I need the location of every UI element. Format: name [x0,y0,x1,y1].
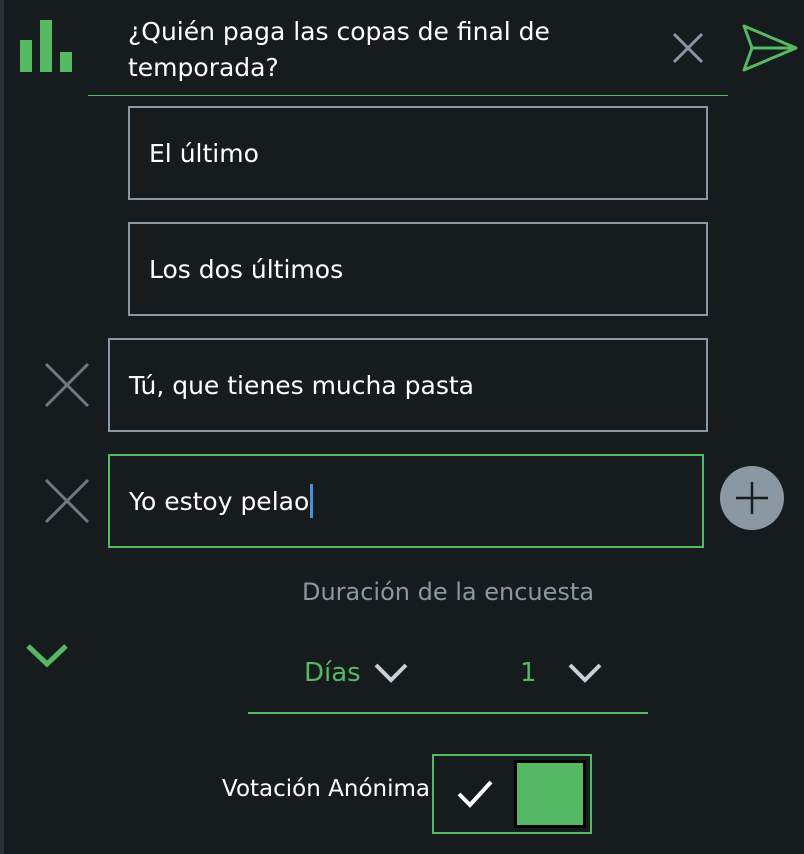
duration-amount-value: 1 [520,658,537,688]
anonymous-vote-label: Votación Anónima [222,776,430,802]
chevron-down-icon [568,663,601,683]
duration-unit-select[interactable]: Días [304,650,409,696]
chevron-down-icon [374,663,408,683]
option-text: El último [149,138,259,168]
chevron-down-icon[interactable] [24,640,70,670]
bar-chart-icon[interactable] [20,20,76,72]
question-underline [88,95,728,96]
close-icon[interactable] [670,30,706,66]
poll-option-4[interactable]: Yo estoy pelao [108,454,704,548]
check-icon [457,780,493,808]
plus-icon [736,482,768,514]
duration-amount-select[interactable]: 1 [520,650,603,696]
remove-option-icon[interactable] [42,476,92,526]
poll-option-1[interactable]: El último [128,106,708,200]
duration-underline [248,712,648,714]
add-option-button[interactable] [720,466,784,530]
anonymous-vote-toggle[interactable] [432,754,592,834]
toggle-knob [514,760,586,828]
option-text: Los dos últimos [149,254,344,284]
remove-option-icon[interactable] [42,360,92,410]
poll-option-3[interactable]: Tú, que tienes mucha pasta [108,338,708,432]
poll-option-2[interactable]: Los dos últimos [128,222,708,316]
poll-composer: ¿Quién paga las copas de final de tempor… [0,0,804,854]
option-text: Tú, que tienes mucha pasta [129,370,474,400]
poll-question-input[interactable]: ¿Quién paga las copas de final de tempor… [128,14,648,86]
duration-unit-value: Días [304,658,361,688]
duration-label: Duración de la encuesta [301,578,595,606]
text-cursor [310,484,314,518]
option-text: Yo estoy pelao [129,486,310,516]
send-icon[interactable] [740,22,800,76]
